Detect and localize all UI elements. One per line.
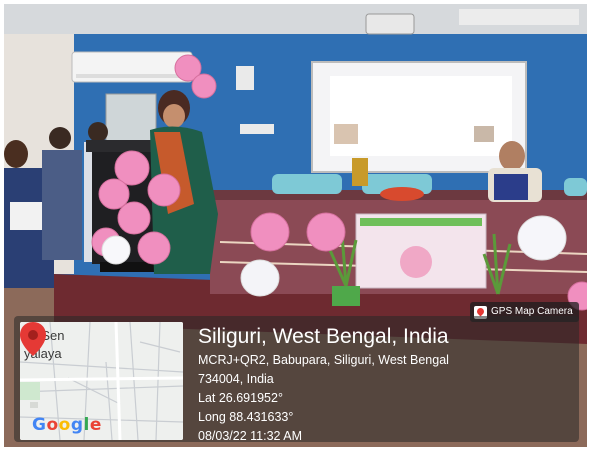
timestamp: 08/03/22 11:32 AM: [198, 429, 303, 443]
address-line-1: MCRJ+QR2, Babupara, Siliguri, West Benga…: [198, 353, 449, 367]
longitude: Long 88.431633°: [198, 410, 294, 424]
photo-frame: GPS Map Camera ya: [4, 4, 587, 447]
projector: [365, 13, 415, 35]
latitude: Lat 26.691952°: [198, 391, 283, 405]
location-title: Siliguri, West Bengal, India: [198, 325, 449, 348]
plant-pot: [332, 286, 360, 306]
location-pin-icon: [20, 322, 46, 356]
address-line-2: 734004, India: [198, 372, 274, 386]
google-logo: Google: [32, 415, 102, 435]
window: [105, 93, 157, 145]
mini-map: ya Sen yalaya Google: [20, 322, 183, 440]
location-details: Siliguri, West Bengal, India MCRJ+QR2, B…: [198, 324, 578, 445]
